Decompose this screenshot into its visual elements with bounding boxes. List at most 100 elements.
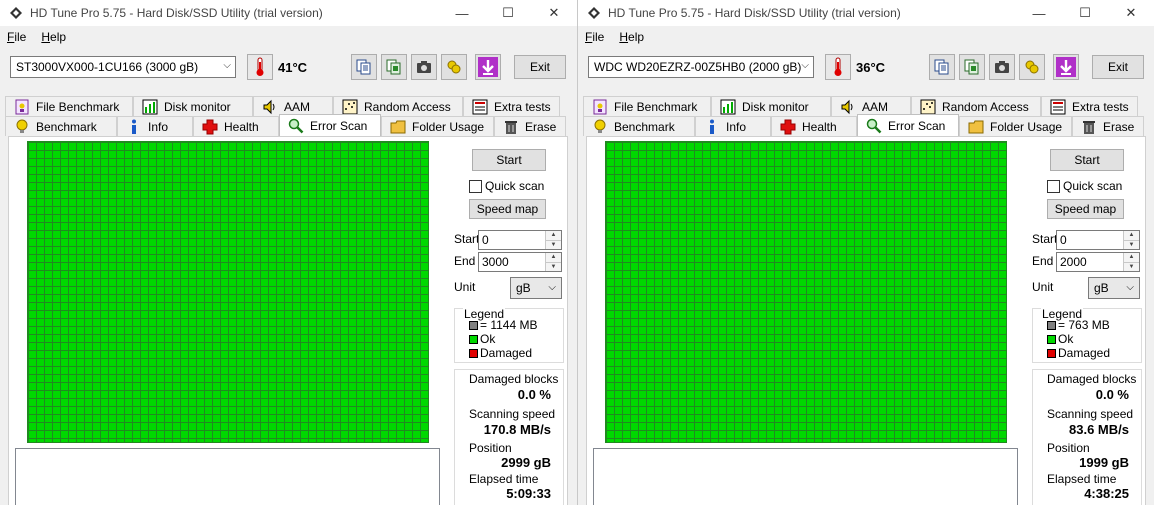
start-button[interactable]: Start: [472, 149, 546, 171]
end-spinner[interactable]: ▲ ▼: [545, 253, 561, 271]
unit-select[interactable]: gB ⌵: [1088, 277, 1140, 299]
start-input[interactable]: 0 ▲ ▼: [478, 230, 562, 250]
legend-block-size: = 1144 MB: [469, 318, 537, 332]
error-scan-panel: Start Quick scan Speed map Start 0 ▲ ▼ En…: [8, 136, 568, 505]
options-icon[interactable]: [441, 54, 467, 80]
log-output[interactable]: [593, 448, 1018, 505]
health-cross-icon: [780, 119, 796, 135]
close-button[interactable]: ✕: [1108, 0, 1154, 26]
end-input[interactable]: 2000 ▲ ▼: [1056, 252, 1140, 272]
start-input-value: 0: [482, 233, 489, 247]
legend-block-size-text: = 1144 MB: [480, 318, 538, 332]
tab-disk-monitor[interactable]: Disk monitor: [133, 96, 253, 116]
tab-erase[interactable]: Erase: [1072, 116, 1144, 136]
spin-down-icon[interactable]: ▼: [1124, 261, 1139, 271]
tab-health[interactable]: Health: [771, 116, 857, 136]
copy-screenshot-button[interactable]: [959, 54, 985, 80]
menu-help[interactable]: Help: [34, 27, 74, 49]
window-left: HD Tune Pro 5.75 - Hard Disk/SSD Utility…: [0, 0, 578, 505]
tab-folder-usage[interactable]: Folder Usage: [959, 116, 1072, 136]
tab-aam[interactable]: AAM: [253, 96, 333, 116]
end-input-value: 2000: [1060, 255, 1087, 269]
menu-file[interactable]: File: [0, 27, 34, 49]
tab-row-2: Benchmark Info Health Error Scan Folder …: [5, 114, 569, 136]
spin-up-icon[interactable]: ▲: [546, 253, 561, 262]
tab-random-access[interactable]: Random Access: [911, 96, 1041, 116]
tab-erase[interactable]: Erase: [494, 116, 566, 136]
end-field-label: End: [454, 254, 476, 268]
checkbox-box[interactable]: [1047, 179, 1060, 193]
tab-benchmark[interactable]: Benchmark: [583, 116, 695, 136]
camera-icon[interactable]: [411, 54, 437, 80]
start-button[interactable]: Start: [1050, 149, 1124, 171]
tab-info[interactable]: Info: [117, 116, 193, 136]
checkbox-box[interactable]: [469, 179, 482, 193]
spin-down-icon[interactable]: ▼: [546, 239, 561, 249]
tab-file-benchmark[interactable]: File Benchmark: [5, 96, 133, 116]
save-download-icon[interactable]: [1053, 54, 1079, 80]
end-input[interactable]: 3000 ▲ ▼: [478, 252, 562, 272]
camera-icon[interactable]: [989, 54, 1015, 80]
minimize-button[interactable]: —: [1016, 0, 1062, 26]
menu-help[interactable]: Help: [612, 27, 652, 49]
spin-down-icon[interactable]: ▼: [1124, 239, 1139, 249]
minimize-button[interactable]: —: [439, 0, 485, 26]
position-value: 2999 gB: [501, 455, 551, 470]
maximize-button[interactable]: ☐: [1062, 0, 1108, 26]
tab-benchmark[interactable]: Benchmark: [5, 116, 117, 136]
tab-disk-monitor[interactable]: Disk monitor: [711, 96, 831, 116]
quick-scan-label: Quick scan: [1063, 179, 1123, 193]
start-spinner[interactable]: ▲ ▼: [545, 231, 561, 249]
spin-up-icon[interactable]: ▲: [546, 231, 561, 240]
spin-up-icon[interactable]: ▲: [1124, 253, 1139, 262]
exit-button[interactable]: Exit: [514, 55, 566, 79]
copy-info-button[interactable]: [929, 54, 955, 80]
copy-screenshot-button[interactable]: [381, 54, 407, 80]
tab-label: Health: [802, 119, 837, 134]
quick-scan-checkbox[interactable]: Quick scan: [1047, 179, 1122, 193]
speed-map-button[interactable]: Speed map: [469, 199, 546, 219]
title-bar[interactable]: HD Tune Pro 5.75 - Hard Disk/SSD Utility…: [0, 0, 577, 26]
drive-select[interactable]: ST3000VX000-1CU166 (3000 gB) ⌵: [10, 56, 236, 78]
legend-damaged: Damaged: [1047, 346, 1110, 360]
drive-select-value: WDC WD20EZRZ-00Z5HB0 (2000 gB): [594, 60, 802, 74]
title-bar[interactable]: HD Tune Pro 5.75 - Hard Disk/SSD Utility…: [578, 0, 1154, 26]
tab-health[interactable]: Health: [193, 116, 279, 136]
red-swatch: [1047, 348, 1056, 358]
tab-row-1: File Benchmark Disk monitor AAM Random A…: [5, 96, 569, 116]
tab-random-access[interactable]: Random Access: [333, 96, 463, 116]
maximize-button[interactable]: ☐: [485, 0, 531, 26]
chevron-down-icon: ⌵: [801, 60, 809, 71]
save-download-icon[interactable]: [475, 54, 501, 80]
tab-aam[interactable]: AAM: [831, 96, 911, 116]
drive-select[interactable]: WDC WD20EZRZ-00Z5HB0 (2000 gB) ⌵: [588, 56, 814, 78]
unit-select[interactable]: gB ⌵: [510, 277, 562, 299]
quick-scan-checkbox[interactable]: Quick scan: [469, 179, 544, 193]
close-button[interactable]: ✕: [531, 0, 577, 26]
start-input[interactable]: 0 ▲ ▼: [1056, 230, 1140, 250]
tab-file-benchmark[interactable]: File Benchmark: [583, 96, 711, 116]
tab-error-scan[interactable]: Error Scan: [857, 114, 959, 136]
options-icon[interactable]: [1019, 54, 1045, 80]
menu-file[interactable]: File: [578, 27, 612, 49]
tab-error-scan[interactable]: Error Scan: [279, 114, 381, 136]
legend-damaged-text: Damaged: [480, 346, 533, 360]
copy-info-button[interactable]: [351, 54, 377, 80]
speed-map-button[interactable]: Speed map: [1047, 199, 1124, 219]
scanning-speed-value: 170.8 MB/s: [483, 422, 551, 437]
exit-button[interactable]: Exit: [1092, 55, 1144, 79]
tab-label: File Benchmark: [614, 99, 698, 114]
tab-extra-tests[interactable]: Extra tests: [1041, 96, 1138, 116]
log-output[interactable]: [15, 448, 440, 505]
elapsed-time-value: 5:09:33: [506, 486, 551, 501]
tab-info[interactable]: Info: [695, 116, 771, 136]
spin-down-icon[interactable]: ▼: [546, 261, 561, 271]
tab-folder-usage[interactable]: Folder Usage: [381, 116, 494, 136]
spin-up-icon[interactable]: ▲: [1124, 231, 1139, 240]
end-spinner[interactable]: ▲ ▼: [1123, 253, 1139, 271]
start-spinner[interactable]: ▲ ▼: [1123, 231, 1139, 249]
menu-bar: File Help: [0, 27, 577, 49]
tab-extra-tests[interactable]: Extra tests: [463, 96, 560, 116]
hdtune-app-icon: [8, 5, 24, 21]
position-label: Position: [1047, 441, 1090, 455]
